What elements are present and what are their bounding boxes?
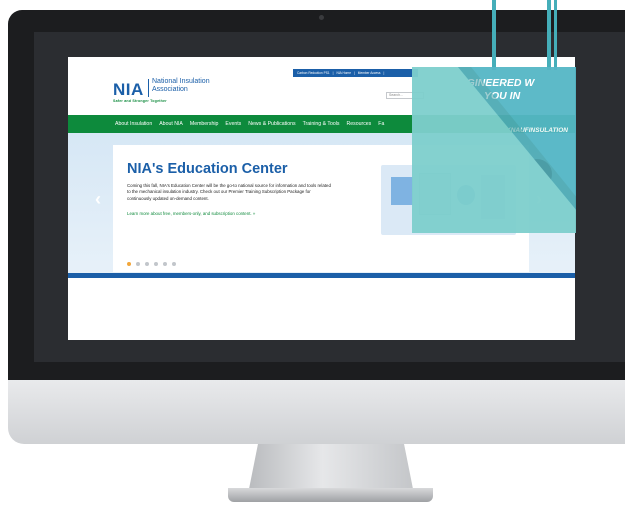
monitor-chin xyxy=(8,380,625,444)
carousel-dots xyxy=(127,262,176,266)
peel-ad-banner[interactable]: ENGINEERED W YOU IN KNAUFINSULATION xyxy=(412,67,576,233)
ad-hanger-cable xyxy=(547,0,551,70)
nav-item-resources[interactable]: Resources xyxy=(346,121,371,127)
nav-item-more[interactable]: Fa xyxy=(378,121,384,127)
utility-separator: | xyxy=(353,71,355,75)
monitor-stand xyxy=(248,444,414,494)
nav-item-about-insulation[interactable]: About Insulation xyxy=(115,121,152,127)
carousel-prev-icon[interactable]: ‹ xyxy=(95,189,101,210)
nav-item-events[interactable]: Events xyxy=(225,121,241,127)
monitor-stand-base xyxy=(228,488,433,502)
nav-item-news-publications[interactable]: News & Publications xyxy=(248,121,295,127)
hero-learn-more-link[interactable]: Learn more about free, members-only, and… xyxy=(127,211,255,216)
carousel-dot[interactable] xyxy=(154,262,158,266)
page-below-fold xyxy=(68,278,575,333)
site-logo-name: National Insulation Association xyxy=(152,78,210,93)
site-logo[interactable]: NIA xyxy=(113,80,144,100)
hero-body: Coming this fall, NIA's Education Center… xyxy=(127,183,331,201)
utility-link-member-access[interactable]: Member Access xyxy=(358,71,381,75)
ad-hanger-cable xyxy=(554,0,557,70)
nav-item-about-nia[interactable]: About NIA xyxy=(159,121,183,127)
utility-link-carbon[interactable]: Carbon Reduction PS1 xyxy=(297,71,330,75)
hero-title: NIA's Education Center xyxy=(127,161,288,177)
ad-hanger-cable xyxy=(492,0,496,70)
utility-link-nia-home[interactable]: NIA Home xyxy=(336,71,351,75)
carousel-dot[interactable] xyxy=(172,262,176,266)
carousel-dot[interactable] xyxy=(136,262,140,266)
carousel-dot[interactable] xyxy=(145,262,149,266)
illustration-shape xyxy=(391,177,413,205)
utility-separator: | xyxy=(383,71,385,75)
camera-icon xyxy=(319,15,324,20)
carousel-dot[interactable] xyxy=(127,262,131,266)
logo-divider xyxy=(148,79,149,97)
site-tagline: Safer and Stronger Together xyxy=(113,99,167,103)
nav-item-membership[interactable]: Membership xyxy=(190,121,219,127)
nav-item-training-tools[interactable]: Training & Tools xyxy=(303,121,340,127)
utility-bar: Carbon Reduction PS1 | NIA Home | Member… xyxy=(293,69,418,77)
utility-separator: | xyxy=(332,71,334,75)
carousel-dot[interactable] xyxy=(163,262,167,266)
